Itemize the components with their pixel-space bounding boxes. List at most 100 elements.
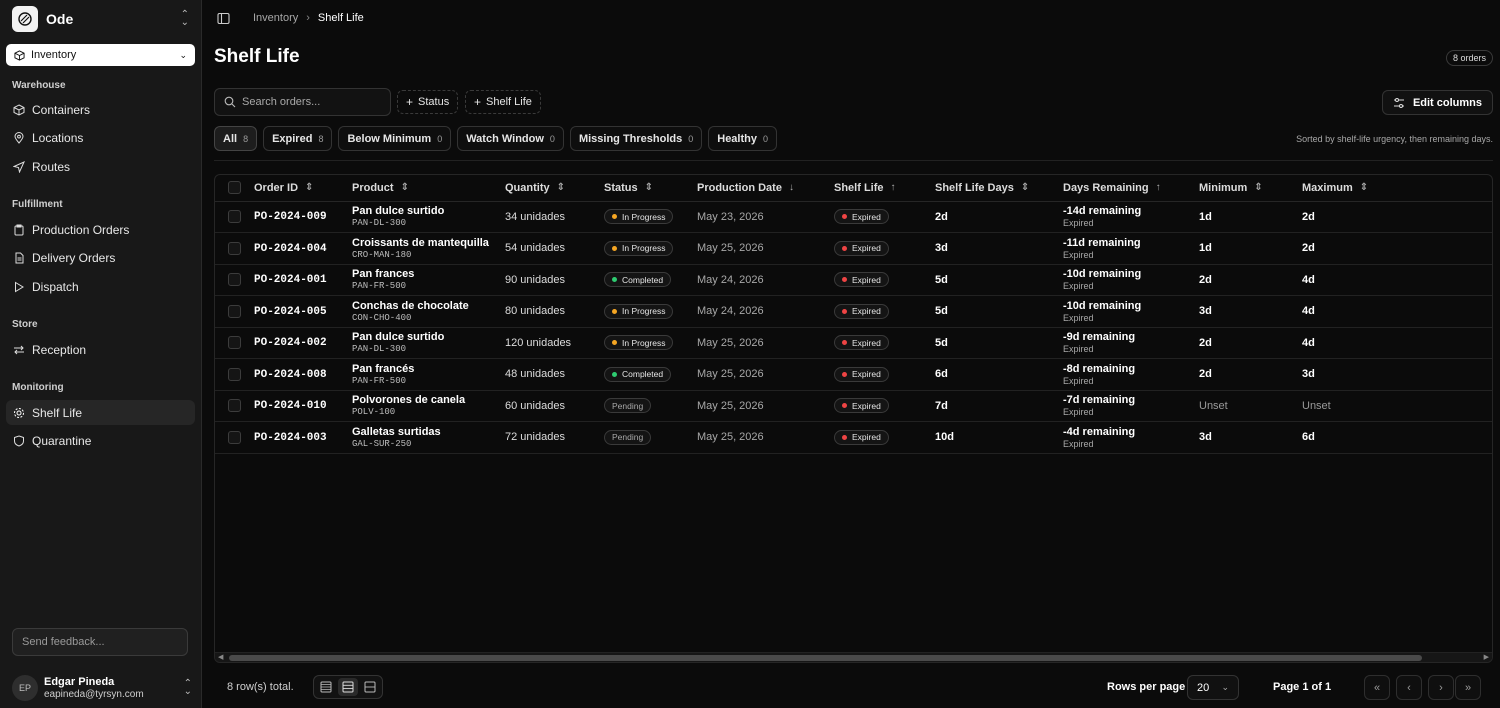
tab-count: 0 bbox=[437, 133, 443, 144]
shelf-life-text: Expired bbox=[852, 306, 881, 317]
shelf-life-badge: Expired bbox=[834, 429, 889, 445]
order-id[interactable]: PO-2024-004 bbox=[254, 243, 327, 255]
order-id[interactable]: PO-2024-002 bbox=[254, 337, 327, 349]
table-row[interactable]: PO-2024-008 Pan francés PAN-FR-500 48 uni… bbox=[215, 358, 1492, 391]
sidebar-item-locations[interactable]: Locations bbox=[6, 125, 195, 150]
col-order-id[interactable]: Order ID ⇕ bbox=[254, 175, 352, 202]
last-page-button[interactable]: » bbox=[1455, 675, 1481, 700]
sidebar-item-shelf-life[interactable]: Shelf Life bbox=[6, 400, 195, 425]
tab-all[interactable]: All 8 bbox=[214, 126, 258, 151]
col-shelf-life-days[interactable]: Shelf Life Days ⇕ bbox=[935, 175, 1063, 202]
sidebar-item-quarantine[interactable]: Quarantine bbox=[6, 428, 195, 453]
order-id[interactable]: PO-2024-001 bbox=[254, 274, 327, 286]
scroll-left-icon[interactable]: ◀ bbox=[218, 653, 223, 662]
tab-below-minimum[interactable]: Below Minimum 0 bbox=[338, 126, 452, 151]
days-remaining-status: Expired bbox=[1063, 438, 1094, 449]
breadcrumb-current: Shelf Life bbox=[317, 12, 364, 24]
tab-healthy[interactable]: Healthy 0 bbox=[708, 126, 778, 151]
shelf-life-filter-button[interactable]: + Shelf Life bbox=[465, 90, 541, 114]
sidebar: Ode ⌃ ⌄ Inventory ⌄ Warehouse Containers … bbox=[0, 0, 202, 708]
table-row[interactable]: PO-2024-005 Conchas de chocolate CON-CHO-… bbox=[215, 295, 1492, 328]
table-row[interactable]: PO-2024-010 Polvorones de canela POLV-100… bbox=[215, 390, 1492, 422]
order-id[interactable]: PO-2024-005 bbox=[254, 306, 327, 318]
density-relaxed-button[interactable] bbox=[360, 678, 380, 696]
search-box[interactable] bbox=[214, 88, 391, 116]
row-checkbox[interactable] bbox=[228, 210, 241, 224]
page-indicator: Page 1 of 1 bbox=[1273, 681, 1332, 693]
user-menu[interactable]: EP Edgar Pineda eapineda@tyrsyn.com ⌃ ⌄ bbox=[12, 674, 192, 702]
col-days-remaining[interactable]: Days Remaining ↑ bbox=[1063, 175, 1199, 202]
scrollbar-thumb[interactable] bbox=[229, 655, 1422, 661]
row-checkbox[interactable] bbox=[228, 273, 241, 287]
col-label: Product bbox=[352, 181, 394, 194]
horizontal-scrollbar[interactable]: ◀ ▶ bbox=[215, 652, 1492, 662]
status-cell: In Progress bbox=[604, 232, 697, 265]
status-badge: Pending bbox=[604, 398, 652, 414]
play-icon bbox=[15, 281, 24, 292]
sidebar-item-delivery-orders[interactable]: Delivery Orders bbox=[6, 245, 195, 270]
brand-logo-icon bbox=[12, 6, 38, 32]
tab-watch-window[interactable]: Watch Window 0 bbox=[457, 126, 564, 151]
row-checkbox[interactable] bbox=[228, 304, 241, 318]
prev-page-button[interactable]: ‹ bbox=[1396, 675, 1422, 700]
sidebar-item-dispatch[interactable]: Dispatch bbox=[6, 274, 195, 299]
scroll-right-icon[interactable]: ▶ bbox=[1484, 653, 1489, 662]
minimum-cell: 3d bbox=[1199, 421, 1302, 454]
edit-columns-button[interactable]: Edit columns bbox=[1381, 90, 1493, 115]
col-production-date[interactable]: Production Date ↓ bbox=[697, 175, 834, 202]
next-page-button[interactable]: › bbox=[1428, 675, 1454, 700]
shelf-life-days-cell: 2d bbox=[935, 201, 1063, 233]
feedback-input[interactable]: Send feedback... bbox=[12, 628, 188, 656]
table-row[interactable]: PO-2024-003 Galletas surtidas GAL-SUR-250… bbox=[215, 421, 1492, 454]
search-input[interactable] bbox=[242, 96, 372, 108]
order-id[interactable]: PO-2024-010 bbox=[254, 400, 327, 412]
col-quantity[interactable]: Quantity ⇕ bbox=[505, 175, 604, 202]
col-status[interactable]: Status ⇕ bbox=[604, 175, 697, 202]
breadcrumb-inventory[interactable]: Inventory bbox=[253, 12, 298, 24]
table-row[interactable]: PO-2024-001 Pan frances PAN-FR-500 90 uni… bbox=[215, 264, 1492, 296]
order-id[interactable]: PO-2024-003 bbox=[254, 432, 327, 444]
sidebar-item-containers[interactable]: Containers bbox=[6, 97, 195, 122]
col-label: Shelf Life bbox=[834, 181, 884, 194]
select-all-checkbox[interactable] bbox=[228, 181, 241, 195]
col-label: Production Date bbox=[697, 181, 782, 194]
row-checkbox[interactable] bbox=[228, 367, 241, 381]
sidebar-item-production-orders[interactable]: Production Orders bbox=[6, 217, 195, 242]
chevron-left-icon: ‹ bbox=[1407, 681, 1411, 694]
sidebar-item-label: Shelf Life bbox=[32, 405, 83, 420]
order-id-cell: PO-2024-003 bbox=[254, 421, 352, 454]
table-row[interactable]: PO-2024-002 Pan dulce surtido PAN-DL-300 … bbox=[215, 327, 1492, 359]
tab-label: Below Minimum bbox=[347, 132, 432, 145]
tab-label: Healthy bbox=[717, 132, 757, 145]
shelf-life-text: Expired bbox=[852, 337, 881, 348]
sidebar-item-routes[interactable]: Routes bbox=[6, 154, 195, 179]
order-id[interactable]: PO-2024-009 bbox=[254, 211, 327, 223]
table-row[interactable]: PO-2024-004 Croissants de mantequilla CRO… bbox=[215, 232, 1492, 265]
shelf-life-filter-label: Shelf Life bbox=[486, 96, 532, 108]
first-page-button[interactable]: « bbox=[1364, 675, 1390, 700]
order-id[interactable]: PO-2024-008 bbox=[254, 369, 327, 381]
col-shelf-life[interactable]: Shelf Life ↑ bbox=[834, 175, 935, 202]
module-select[interactable]: Inventory ⌄ bbox=[6, 44, 195, 66]
col-maximum[interactable]: Maximum ⇕ bbox=[1302, 175, 1492, 202]
tab-expired[interactable]: Expired 8 bbox=[263, 126, 333, 151]
col-minimum[interactable]: Minimum ⇕ bbox=[1199, 175, 1302, 202]
row-checkbox[interactable] bbox=[228, 430, 241, 444]
status-cell: In Progress bbox=[604, 295, 697, 328]
workspace-switcher[interactable]: Ode ⌃ ⌄ bbox=[6, 2, 195, 36]
row-checkbox[interactable] bbox=[228, 241, 241, 255]
row-checkbox[interactable] bbox=[228, 336, 241, 350]
days-remaining-status: Expired bbox=[1063, 218, 1094, 229]
row-checkbox[interactable] bbox=[228, 399, 241, 413]
rows-per-page-select[interactable]: 20 ⌄ bbox=[1187, 675, 1239, 700]
col-product[interactable]: Product ⇕ bbox=[352, 175, 505, 202]
sidebar-item-reception[interactable]: Reception bbox=[6, 337, 195, 362]
density-normal-button[interactable] bbox=[338, 678, 358, 696]
shelf-life-days-cell: 5d bbox=[935, 264, 1063, 296]
tab-missing-thresholds[interactable]: Missing Thresholds 0 bbox=[569, 126, 703, 151]
sidebar-toggle-button[interactable] bbox=[217, 12, 230, 28]
density-compact-button[interactable] bbox=[316, 678, 336, 696]
status-filter-button[interactable]: + Status bbox=[397, 90, 459, 114]
table-row[interactable]: PO-2024-009 Pan dulce surtido PAN-DL-300 … bbox=[215, 201, 1492, 233]
production-date-cell: May 25, 2026 bbox=[697, 390, 834, 422]
